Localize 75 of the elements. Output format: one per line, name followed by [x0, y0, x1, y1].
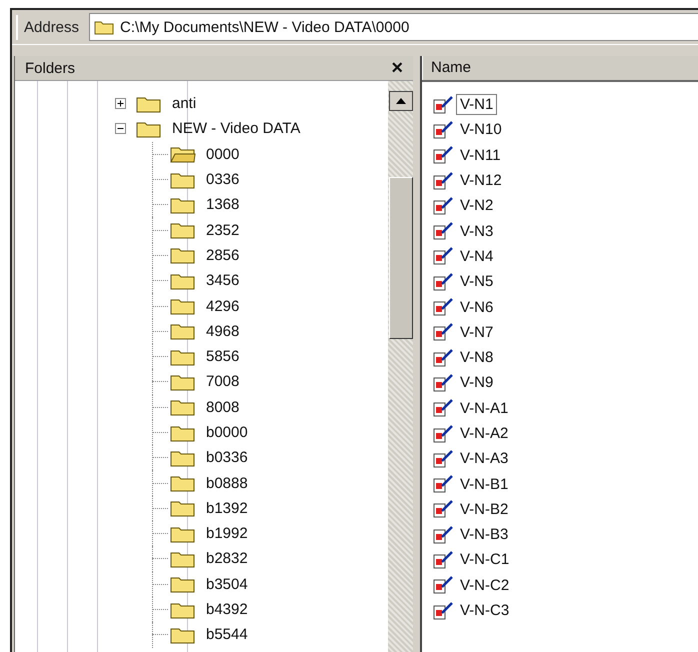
file-item[interactable]: V-N12	[432, 168, 698, 194]
address-label: Address	[16, 14, 86, 40]
document-pen-icon	[432, 575, 454, 596]
expand-icon[interactable]	[115, 98, 126, 110]
scroll-up-button[interactable]	[388, 91, 412, 111]
document-pen-icon	[432, 600, 454, 621]
close-button[interactable]: ×	[389, 58, 405, 78]
scroll-thumb[interactable]	[388, 177, 412, 339]
document-pen-icon	[432, 372, 454, 393]
document-pen-icon	[432, 348, 454, 368]
file-item[interactable]: V-N4	[432, 244, 698, 270]
tree-item[interactable]: 0000	[15, 142, 388, 167]
file-item[interactable]: V-N-B3	[432, 522, 698, 548]
document-pen-icon	[432, 448, 454, 469]
document-pen-icon	[432, 94, 454, 115]
tree-item[interactable]: b0000	[15, 420, 388, 446]
document-pen-icon	[432, 196, 454, 216]
file-item[interactable]: V-N-A1	[432, 396, 698, 421]
tree-item[interactable]: b3504	[15, 572, 388, 597]
file-item[interactable]: V-N-A3	[432, 446, 698, 472]
tree-item[interactable]: 2856	[15, 242, 388, 268]
file-item[interactable]: V-N8	[432, 344, 698, 370]
address-field[interactable]: C:\My Documents\NEW - Video DATA\0000	[89, 13, 698, 41]
file-item[interactable]: V-N-A2	[432, 420, 698, 446]
tree-item[interactable]: NEW - Video DATA	[15, 116, 388, 142]
file-item[interactable]: V-N5	[432, 269, 698, 294]
tree-item[interactable]: b0336	[15, 445, 388, 470]
tree-item[interactable]: 4296	[15, 293, 388, 319]
file-item[interactable]: V-N-B2	[432, 496, 698, 522]
document-pen-icon	[432, 424, 454, 444]
document-pen-icon	[432, 474, 454, 494]
tree-item[interactable]: b1992	[15, 521, 388, 546]
tree-item[interactable]: b1392	[15, 496, 388, 522]
file-item[interactable]: V-N7	[432, 320, 698, 345]
tree-item[interactable]: b0888	[15, 470, 388, 496]
document-pen-icon	[432, 550, 454, 570]
column-header[interactable]: Name	[422, 56, 698, 80]
tree-item[interactable]: 2352	[15, 217, 388, 243]
document-pen-icon	[432, 398, 454, 418]
file-item[interactable]: V-N-C2	[432, 572, 698, 598]
file-item[interactable]: V-N2	[432, 193, 698, 218]
tree-item[interactable]: 5856	[15, 344, 388, 370]
document-pen-icon	[432, 322, 454, 342]
file-item[interactable]: V-N1	[432, 92, 698, 118]
tree-item[interactable]: b5544	[15, 622, 388, 648]
document-pen-icon	[432, 170, 454, 191]
document-pen-icon	[432, 297, 454, 318]
document-pen-icon	[432, 145, 454, 166]
file-item[interactable]: V-N-C3	[432, 598, 698, 624]
document-pen-icon	[432, 120, 454, 140]
folder-icon	[94, 19, 114, 35]
file-item[interactable]: V-N6	[432, 294, 698, 320]
tree-item[interactable]: b4392	[15, 596, 388, 622]
tree-item[interactable]: 7008	[15, 369, 388, 395]
tree-item[interactable]: 0336	[15, 166, 388, 192]
tree-item[interactable]: 4968	[15, 318, 388, 344]
tree-item[interactable]: anti	[15, 91, 388, 116]
document-pen-icon	[432, 499, 454, 520]
tree-item[interactable]: 3456	[15, 268, 388, 294]
tree-item[interactable]: 1368	[15, 192, 388, 218]
scrollbar[interactable]	[388, 81, 413, 652]
tree-item[interactable]: 8008	[15, 394, 388, 420]
document-pen-icon	[432, 272, 454, 292]
file-item[interactable]: V-N-C1	[432, 547, 698, 573]
document-pen-icon	[432, 221, 454, 242]
file-item[interactable]: V-N10	[432, 117, 698, 143]
collapse-icon[interactable]	[115, 123, 126, 134]
file-item[interactable]: V-N3	[432, 218, 698, 244]
document-pen-icon	[432, 524, 454, 545]
document-pen-icon	[432, 246, 454, 266]
file-item[interactable]: V-N11	[432, 142, 698, 168]
file-item[interactable]: V-N9	[432, 370, 698, 396]
file-item[interactable]: V-N-B1	[432, 471, 698, 497]
pane-header: Folders ×	[15, 56, 413, 81]
tree-item[interactable]: b2832	[15, 546, 388, 572]
